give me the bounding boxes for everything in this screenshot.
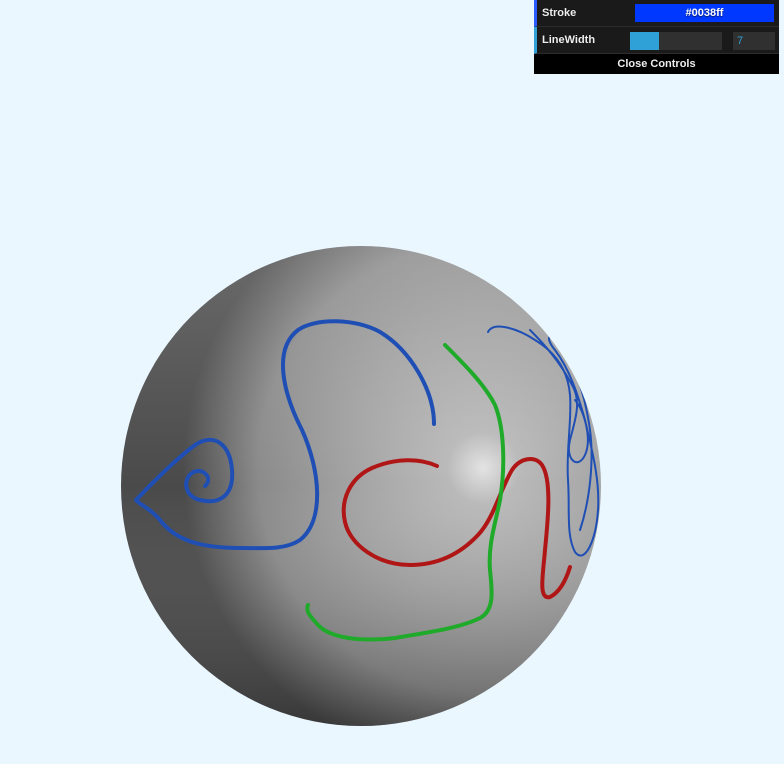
linewidth-number-input[interactable]: 7 [733,32,775,50]
linewidth-slider-fill [630,32,659,50]
controls-panel: Stroke #0038ff LineWidth 7 Close Control… [534,0,779,74]
linewidth-label: LineWidth [542,34,596,46]
drawing-canvas[interactable] [0,0,784,764]
stroke-control-row: Stroke #0038ff [534,0,779,27]
sphere-shading [121,246,601,726]
close-controls-button[interactable]: Close Controls [534,54,779,74]
stroke-color-input[interactable]: #0038ff [635,4,774,22]
linewidth-slider[interactable] [630,32,722,50]
linewidth-control-row: LineWidth 7 [534,27,779,54]
stroke-label: Stroke [542,7,577,19]
